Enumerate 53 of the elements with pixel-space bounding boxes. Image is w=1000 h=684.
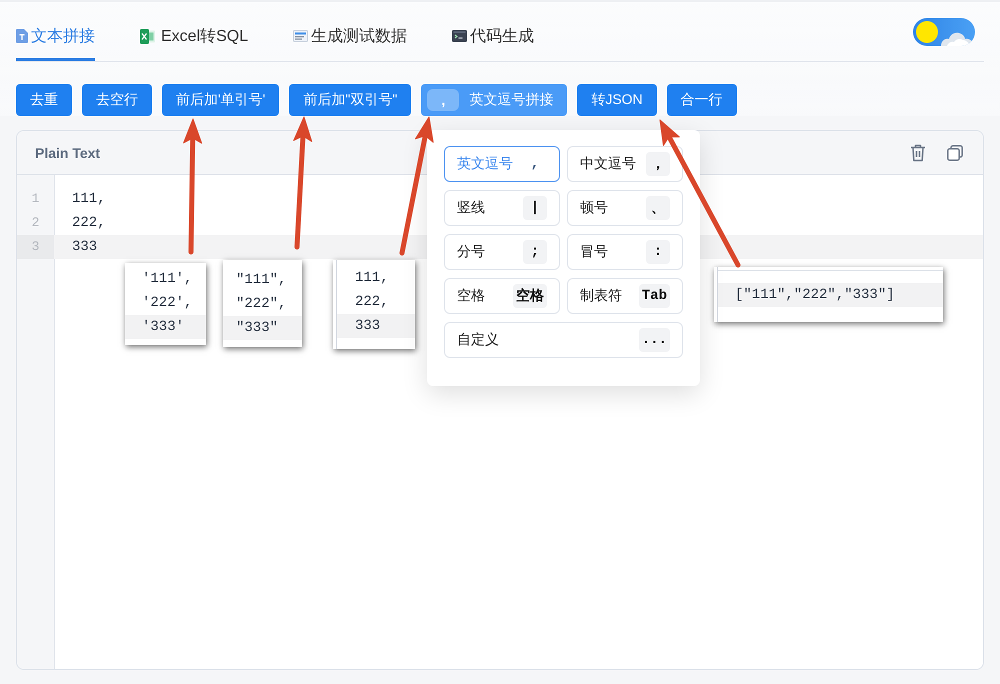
sun-icon [916,20,938,42]
line-number: 1 [30,190,40,208]
code-text: "222", [236,296,286,312]
separator-symbol: , [427,89,460,111]
separator-option[interactable]: 分号 ; [444,234,560,270]
tab[interactable]: 生成测试数据 [293,2,408,61]
toolbar-button[interactable]: 转JSON [577,84,657,116]
separator-symbol: Tab [638,284,670,308]
separator-symbol: 、 [646,196,670,220]
spreadsheet-icon [140,28,155,44]
code-text: "333" [236,320,278,336]
separator-option[interactable]: 竖线 | [444,190,560,226]
code-text: '111', [142,271,192,287]
code-text: 222, [355,294,389,310]
code-text: 222, [71,215,106,231]
separator-option[interactable]: 中文逗号 ， [567,146,683,182]
code-text: ["111","222","333"] [735,287,895,303]
code-text: 333 [355,318,380,334]
document-icon [16,29,28,43]
separator-option[interactable]: 制表符 Tab [567,278,683,314]
separator-symbol: : [646,240,670,264]
toolbar-button[interactable]: 合一行 [666,84,737,116]
separator-option[interactable]: 空格 空格 [444,278,560,314]
toolbar-button[interactable]: 去重 [16,84,72,116]
code-text: '222', [142,295,192,311]
code-text: '333' [142,319,184,335]
toolbar-button[interactable]: 去空行 [82,84,152,116]
list-icon [293,30,308,42]
code-text: 333 [71,239,98,255]
tab[interactable]: Excel转SQL [140,2,248,61]
tab[interactable]: 文本拼接 [16,2,95,61]
trash-icon[interactable] [910,144,926,162]
separator-option[interactable]: 英文逗号 , [444,146,560,182]
copy-icon[interactable] [947,144,963,160]
editor-title: Plain Text [35,144,100,160]
code-text: "111", [236,272,286,288]
theme-toggle[interactable] [913,18,975,46]
code-text: 111, [355,270,389,286]
separator-symbol: 空格 [513,284,547,308]
toolbar-button[interactable]: 前后加"双引号" [289,84,412,116]
separator-symbol: , [530,155,540,174]
separator-option[interactable]: 自定义 ... [444,322,683,358]
toolbar-button[interactable]: 前后加'单引号' [162,84,280,116]
separator-symbol: | [523,196,547,220]
separator-option[interactable]: 顿号 、 [567,190,683,226]
line-number: 2 [30,214,40,232]
terminal-icon [452,30,468,42]
separator-symbol: ， [646,152,670,176]
separator-symbol: ; [523,240,547,264]
code-text: 111, [71,191,106,207]
separator-option[interactable]: 冒号 : [567,234,683,270]
tab[interactable]: 代码生成 [452,2,534,61]
separator-symbol: ... [638,328,670,352]
